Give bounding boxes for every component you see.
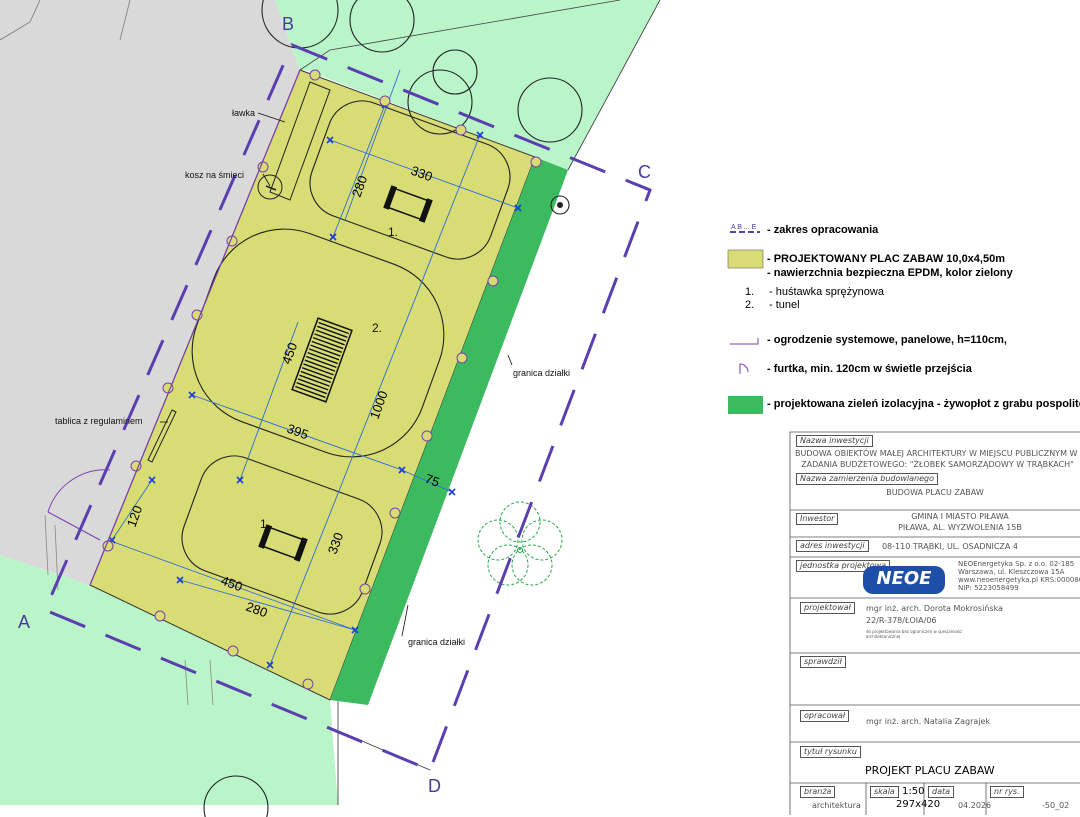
legend-gate: - furtka, min. 120cm w świetle przejścia xyxy=(767,363,972,375)
legend-item-1-num: 1. xyxy=(745,286,755,298)
legend-fence: - ogrodzenie systemowe, panelowe, h=110c… xyxy=(767,334,1007,346)
item-label-tunnel: 2. xyxy=(372,321,382,335)
legend-gate-icon xyxy=(739,363,749,374)
section-letter-a: A xyxy=(18,612,30,632)
legend-item-2: - tunel xyxy=(769,299,800,311)
annotation-board: tablica z regulaminem xyxy=(55,416,143,426)
title-block-frame xyxy=(789,431,1080,815)
legend-hedge: - projektowana zieleń izolacyjna - żywop… xyxy=(767,398,1080,410)
shrub-icon xyxy=(477,501,563,586)
legend-item-2-num: 2. xyxy=(745,299,755,311)
item-label-swing-1: 1. xyxy=(388,225,398,239)
legend-symbols: A B ... E xyxy=(727,224,764,414)
section-letter-b: B xyxy=(282,14,294,34)
section-letter-c: C xyxy=(638,162,651,182)
legend-playground-title: - PROJEKTOWANY PLAC ZABAW 10,0x4,50m xyxy=(767,253,1005,265)
legend-fence-icon xyxy=(730,338,759,345)
section-letter-d: D xyxy=(428,776,441,796)
legend-item-1: - huśtawka sprężynowa xyxy=(769,286,884,298)
annotation-bin: kosz na śmieci xyxy=(185,170,244,180)
legend-playground-swatch xyxy=(727,249,764,269)
legend-scope-key: A B ... E xyxy=(731,224,757,231)
annotation-border-2: granica działki xyxy=(408,637,465,647)
annotation-bench: ławka xyxy=(232,108,255,118)
legend-playground-surface: - nawierzchnia bezpieczna EPDM, kolor zi… xyxy=(767,267,1013,279)
legend-scope: - zakres opracowania xyxy=(767,224,879,236)
annotation-border-1: granica działki xyxy=(513,368,570,378)
item-label-swing-2: 1. xyxy=(260,517,270,531)
legend-hedge-swatch xyxy=(728,396,763,414)
